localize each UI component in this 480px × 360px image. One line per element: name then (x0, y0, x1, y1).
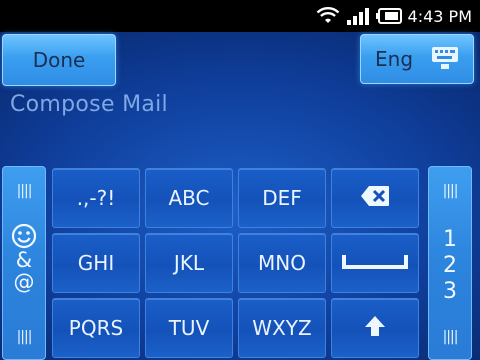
compose-title: Compose Mail (10, 92, 168, 117)
smiley-icon (3, 223, 45, 249)
space-icon (342, 251, 408, 275)
key-label: .,-?! (76, 186, 116, 210)
wifi-icon (316, 7, 340, 25)
numbers-strip[interactable]: |||| 1 2 3 |||| (428, 166, 472, 360)
key-label: GHI (77, 251, 115, 275)
keyboard-icon (431, 44, 459, 75)
key-jkl[interactable]: JKL (145, 233, 233, 293)
shift-icon (363, 314, 387, 343)
key-pqrs[interactable]: PQRS (52, 298, 140, 358)
grip-icon: |||| (442, 329, 459, 345)
backspace-icon (360, 185, 390, 212)
battery-icon (375, 7, 402, 25)
key-label: DEF (262, 186, 302, 210)
ampersand-label: & (15, 248, 33, 272)
key-label: ABC (168, 186, 210, 210)
shift-key[interactable] (331, 298, 419, 358)
done-button-label: Done (32, 48, 86, 72)
grip-icon: |||| (442, 183, 459, 199)
key-label: PQRS (68, 316, 124, 340)
key-mno[interactable]: MNO (238, 233, 326, 293)
at-label: @ (13, 270, 35, 294)
key-abc[interactable]: ABC (145, 168, 233, 228)
status-clock: 4:43 PM (407, 6, 472, 26)
key-punctuation[interactable]: .,-?! (52, 168, 140, 228)
key-label: WXYZ (252, 316, 312, 340)
symbols-strip[interactable]: |||| & @ |||| (2, 166, 46, 360)
backspace-key[interactable] (331, 168, 419, 228)
key-wxyz[interactable]: WXYZ (238, 298, 326, 358)
key-label: JKL (173, 251, 205, 275)
space-key[interactable] (331, 233, 419, 293)
numbers-key[interactable]: 1 2 3 (429, 223, 471, 309)
status-icons: 4:43 PM (316, 0, 472, 32)
grip-icon: |||| (16, 329, 33, 345)
key-def[interactable]: DEF (238, 168, 326, 228)
signal-icon (346, 7, 370, 25)
key-label: MNO (258, 251, 306, 275)
emoji-symbols-key[interactable]: & @ (3, 223, 45, 293)
key-label: TUV (168, 316, 210, 340)
grip-icon: |||| (16, 183, 33, 199)
done-button[interactable]: Done (2, 34, 116, 86)
status-bar: 4:43 PM (0, 0, 480, 32)
number-label: 3 (443, 279, 457, 304)
language-button-label: Eng (375, 47, 414, 71)
key-ghi[interactable]: GHI (52, 233, 140, 293)
key-tuv[interactable]: TUV (145, 298, 233, 358)
language-button[interactable]: Eng (360, 34, 474, 84)
